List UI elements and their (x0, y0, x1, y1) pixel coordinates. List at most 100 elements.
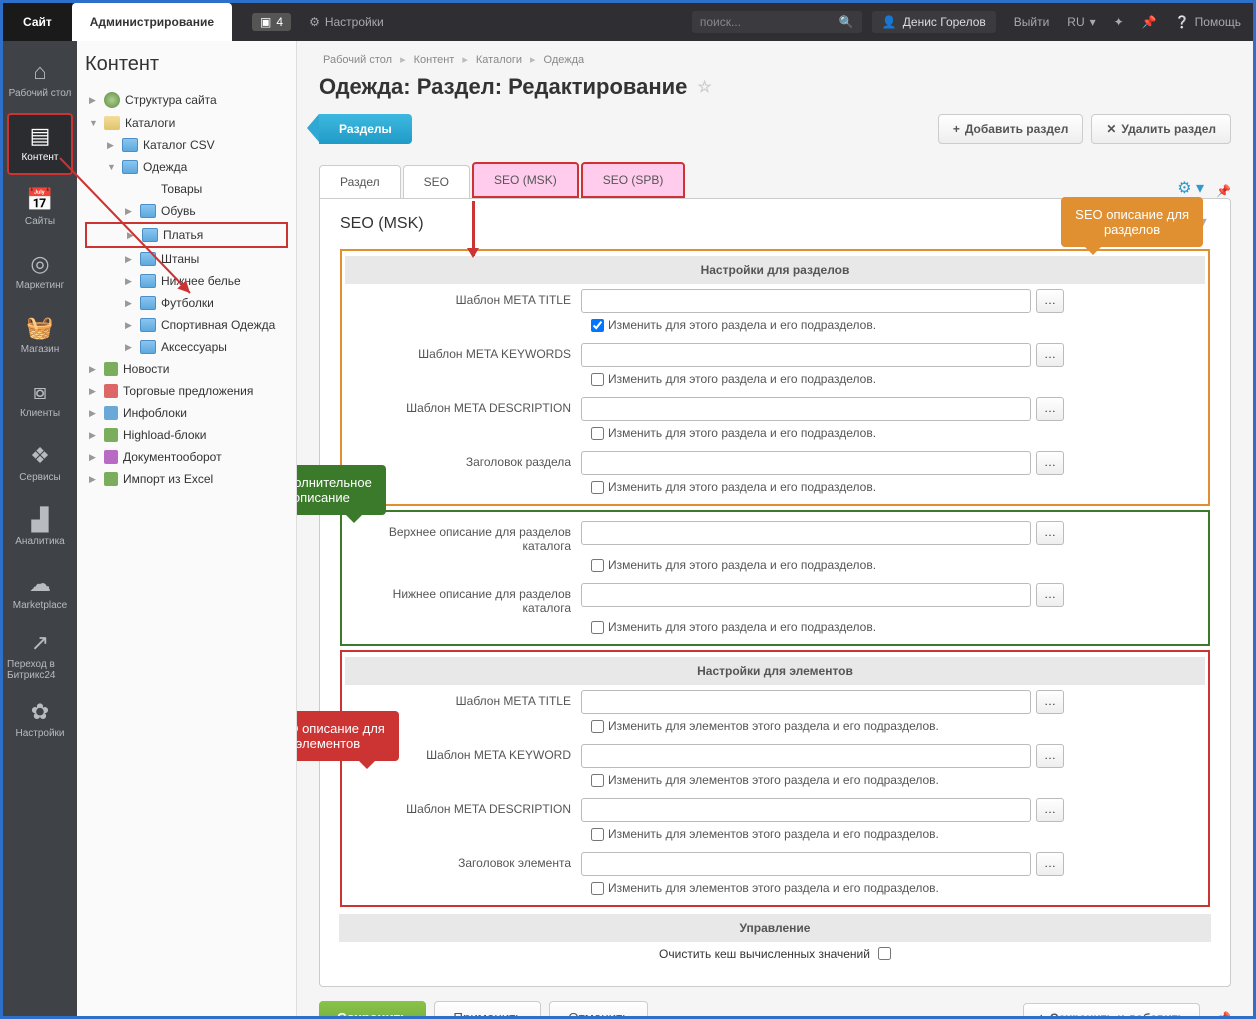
sections-button[interactable]: Разделы (319, 114, 412, 144)
top-icon-pin[interactable]: 📌 (1142, 15, 1157, 29)
override-checkbox[interactable] (591, 427, 604, 440)
field-input[interactable] (581, 521, 1031, 545)
tree-item[interactable]: ▼Одежда (85, 156, 288, 178)
expand-icon[interactable]: ▶ (125, 276, 135, 287)
template-picker-button[interactable]: … (1036, 343, 1064, 367)
template-picker-button[interactable]: … (1036, 451, 1064, 475)
pin-icon[interactable]: 📌 (1216, 1011, 1231, 1017)
tree-item[interactable]: ▶Торговые предложения (85, 380, 288, 402)
top-settings[interactable]: ⚙Настройки (309, 15, 384, 29)
user-menu[interactable]: 👤Денис Горелов (872, 11, 996, 33)
template-picker-button[interactable]: … (1036, 798, 1064, 822)
override-checkbox[interactable] (591, 828, 604, 841)
tree-item[interactable]: ▶Документооборот (85, 446, 288, 468)
override-checkbox[interactable] (591, 373, 604, 386)
override-checkbox[interactable] (591, 621, 604, 634)
tab-site[interactable]: Сайт (3, 3, 72, 41)
expand-icon[interactable]: ▼ (107, 162, 117, 172)
apply-button[interactable]: Применить (434, 1001, 541, 1016)
breadcrumb-item[interactable]: Рабочий стол (323, 54, 392, 66)
tree-item[interactable]: ▶Нижнее белье (85, 270, 288, 292)
template-picker-button[interactable]: … (1036, 852, 1064, 876)
tree-item[interactable]: ▶Импорт из Excel (85, 468, 288, 490)
field-input[interactable] (581, 451, 1031, 475)
field-input[interactable] (581, 343, 1031, 367)
nav-маркетинг[interactable]: ◎Маркетинг (7, 241, 73, 303)
expand-icon[interactable]: ▶ (125, 206, 135, 217)
nav-рабочий-стол[interactable]: ⌂Рабочий стол (7, 49, 73, 111)
notification-badge[interactable]: ▣4 (252, 13, 291, 31)
add-section-button[interactable]: +Добавить раздел (938, 114, 1084, 144)
field-input[interactable] (581, 289, 1031, 313)
tree-item[interactable]: ▶Футболки (85, 292, 288, 314)
template-picker-button[interactable]: … (1036, 690, 1064, 714)
fav-star-icon[interactable]: ☆ (697, 77, 711, 97)
tree-item[interactable]: ▶Структура сайта (85, 88, 288, 112)
nav-сервисы[interactable]: ❖Сервисы (7, 433, 73, 495)
tree-item[interactable]: ▶Highload-блоки (85, 424, 288, 446)
template-picker-button[interactable]: … (1036, 397, 1064, 421)
expand-icon[interactable]: ▼ (89, 118, 99, 128)
expand-icon[interactable]: ▶ (89, 364, 99, 375)
tree-item[interactable]: ▶Инфоблоки (85, 402, 288, 424)
expand-icon[interactable]: ▶ (107, 140, 117, 151)
tree-item[interactable]: ▶Штаны (85, 248, 288, 270)
nav-marketplace[interactable]: ☁Marketplace (7, 561, 73, 623)
settings-gear-icon[interactable]: ⚙ ▾ (1177, 178, 1204, 198)
logout-link[interactable]: Выйти (1014, 15, 1050, 29)
override-checkbox[interactable] (591, 319, 604, 332)
nav-настройки[interactable]: ✿Настройки (7, 689, 73, 751)
tree-item[interactable]: ▶Спортивная Одежда (85, 314, 288, 336)
tree-item[interactable]: ▶Платья (85, 222, 288, 248)
tree-item[interactable]: ▶Новости (85, 358, 288, 380)
tab-seo-msk-[interactable]: SEO (MSK) (472, 162, 579, 198)
help-link[interactable]: ❔ Помощь (1175, 15, 1241, 29)
expand-icon[interactable]: ▶ (89, 386, 99, 397)
override-checkbox[interactable] (591, 559, 604, 572)
nav-контент[interactable]: ▤Контент (7, 113, 73, 175)
override-checkbox[interactable] (591, 882, 604, 895)
template-picker-button[interactable]: … (1036, 289, 1064, 313)
nav-магазин[interactable]: 🧺Магазин (7, 305, 73, 367)
tree-item[interactable]: Товары (85, 178, 288, 200)
tab-seo[interactable]: SEO (403, 165, 470, 198)
save-add-button[interactable]: +Сохранить и добавить (1023, 1003, 1200, 1017)
expand-icon[interactable]: ▶ (125, 254, 135, 265)
field-input[interactable] (581, 798, 1031, 822)
template-picker-button[interactable]: … (1036, 744, 1064, 768)
search-input[interactable]: поиск...🔍 (692, 11, 862, 33)
cancel-button[interactable]: Отменить (549, 1001, 648, 1016)
expand-icon[interactable]: ▶ (89, 430, 99, 441)
template-picker-button[interactable]: … (1036, 583, 1064, 607)
override-checkbox[interactable] (591, 774, 604, 787)
expand-icon[interactable]: ▶ (89, 452, 99, 463)
override-checkbox[interactable] (591, 481, 604, 494)
lang-switch[interactable]: RU ▾ (1067, 15, 1095, 29)
expand-icon[interactable]: ▶ (89, 95, 99, 106)
breadcrumb-item[interactable]: Контент (414, 54, 455, 66)
field-input[interactable] (581, 397, 1031, 421)
field-input[interactable] (581, 690, 1031, 714)
breadcrumb-item[interactable]: Каталоги (476, 54, 522, 66)
expand-icon[interactable]: ▶ (127, 230, 137, 241)
tab-seo-spb-[interactable]: SEO (SPB) (581, 162, 686, 198)
tree-item[interactable]: ▶Обувь (85, 200, 288, 222)
expand-icon[interactable]: ▶ (89, 408, 99, 419)
nav-аналитика[interactable]: ▟Аналитика (7, 497, 73, 559)
tab-admin[interactable]: Администрирование (72, 3, 232, 41)
clear-cache-checkbox[interactable] (878, 947, 891, 960)
tree-item[interactable]: ▶Аксессуары (85, 336, 288, 358)
nav-клиенты[interactable]: ⧇Клиенты (7, 369, 73, 431)
override-checkbox[interactable] (591, 720, 604, 733)
save-button[interactable]: Сохранить (319, 1001, 426, 1016)
tree-item[interactable]: ▼Каталоги (85, 112, 288, 134)
expand-icon[interactable]: ▶ (125, 320, 135, 331)
nav-переход-в-битрикс24[interactable]: ↗Переход в Битрикс24 (7, 625, 73, 687)
expand-icon[interactable]: ▶ (125, 342, 135, 353)
expand-icon[interactable]: ▶ (125, 298, 135, 309)
nav-сайты[interactable]: 📅Сайты (7, 177, 73, 239)
field-input[interactable] (581, 583, 1031, 607)
field-input[interactable] (581, 852, 1031, 876)
delete-section-button[interactable]: ✕Удалить раздел (1091, 114, 1231, 144)
breadcrumb-item[interactable]: Одежда (544, 54, 585, 66)
